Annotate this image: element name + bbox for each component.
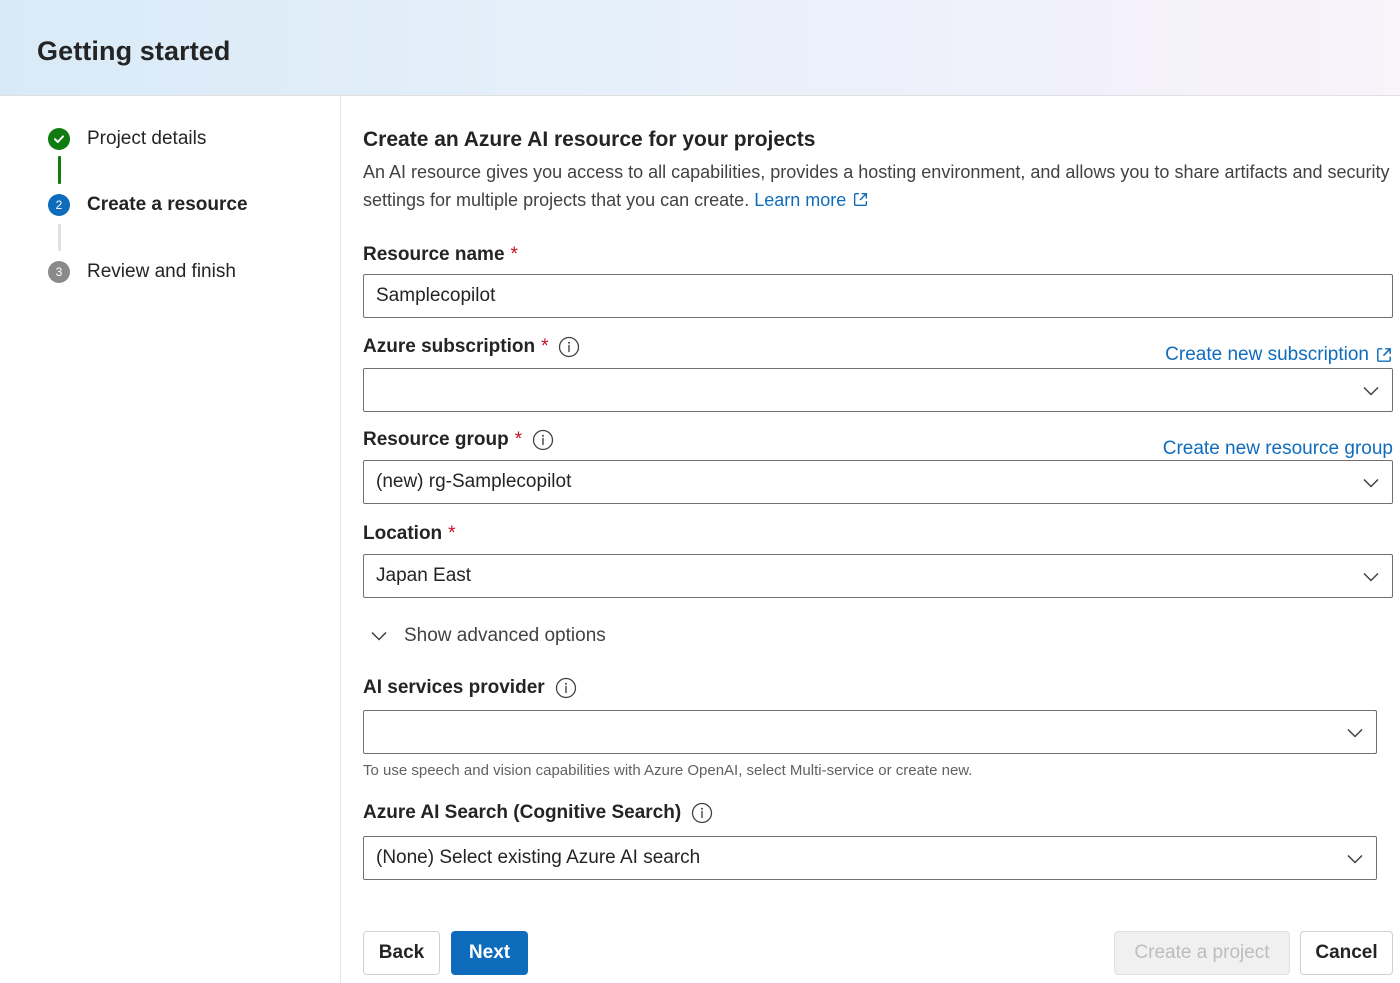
location-label: Location * [363, 523, 456, 544]
chevron-down-icon [371, 631, 387, 641]
chevron-down-icon [1347, 728, 1363, 738]
ai-search-dropdown[interactable]: (None) Select existing Azure AI search [363, 836, 1377, 880]
info-icon[interactable] [532, 429, 554, 451]
cancel-button[interactable]: Cancel [1300, 931, 1393, 975]
chevron-down-icon [1347, 854, 1363, 864]
ai-search-label: Azure AI Search (Cognitive Search) [363, 802, 713, 824]
back-button[interactable]: Back [363, 931, 440, 975]
next-button[interactable]: Next [451, 931, 528, 975]
page-header: Getting started [0, 0, 1400, 96]
step-number-badge: 3 [48, 261, 70, 283]
step-connector-pending [58, 224, 61, 251]
resource-name-input[interactable]: Samplecopilot [363, 274, 1393, 318]
info-icon[interactable] [558, 336, 580, 358]
location-dropdown[interactable]: Japan East [363, 554, 1393, 598]
required-indicator: * [448, 523, 456, 544]
chevron-down-icon [1363, 572, 1379, 582]
step-review-finish[interactable]: 3 Review and finish [48, 261, 236, 283]
checkmark-icon [48, 128, 70, 150]
required-indicator: * [514, 429, 523, 450]
subscription-dropdown[interactable] [363, 368, 1393, 412]
step-label: Review and finish [87, 261, 236, 282]
subscription-label: Azure subscription * [363, 336, 580, 358]
resource-group-label: Resource group * [363, 429, 554, 451]
learn-more-link[interactable]: Learn more [754, 190, 869, 210]
step-connector-complete [58, 156, 61, 184]
external-link-icon [854, 192, 868, 207]
ai-services-hint: To use speech and vision capabilities wi… [363, 762, 973, 779]
show-advanced-options-toggle[interactable]: Show advanced options [370, 625, 606, 647]
page-title: Getting started [37, 36, 231, 66]
ai-services-provider-label: AI services provider [363, 677, 577, 699]
wizard-stepper: Project details 2 Create a resource 3 Re… [0, 96, 341, 983]
step-label: Project details [87, 128, 207, 149]
required-indicator: * [541, 336, 549, 357]
section-title: Create an Azure AI resource for your pro… [363, 128, 816, 151]
resource-name-label: Resource name * [363, 244, 518, 265]
step-create-resource[interactable]: 2 Create a resource [48, 194, 248, 216]
required-indicator: * [510, 244, 518, 265]
ai-services-provider-dropdown[interactable] [363, 710, 1377, 754]
chevron-down-icon [1363, 478, 1379, 488]
chevron-down-icon [1363, 386, 1379, 396]
create-project-button[interactable]: Create a project [1114, 931, 1290, 975]
resource-group-dropdown[interactable]: (new) rg-Samplecopilot [363, 460, 1393, 504]
step-project-details[interactable]: Project details [48, 128, 206, 150]
info-icon[interactable] [691, 802, 713, 824]
create-new-resource-group-link[interactable]: Create new resource group [1163, 438, 1393, 460]
external-link-icon [1377, 348, 1391, 362]
create-new-subscription-link[interactable]: Create new subscription [1165, 344, 1393, 366]
create-resource-form: Create an Azure AI resource for your pro… [363, 96, 1400, 983]
section-description: An AI resource gives you access to all c… [363, 162, 1390, 210]
step-label: Create a resource [87, 194, 248, 215]
step-number-badge: 2 [48, 194, 70, 216]
info-icon[interactable] [555, 677, 577, 699]
